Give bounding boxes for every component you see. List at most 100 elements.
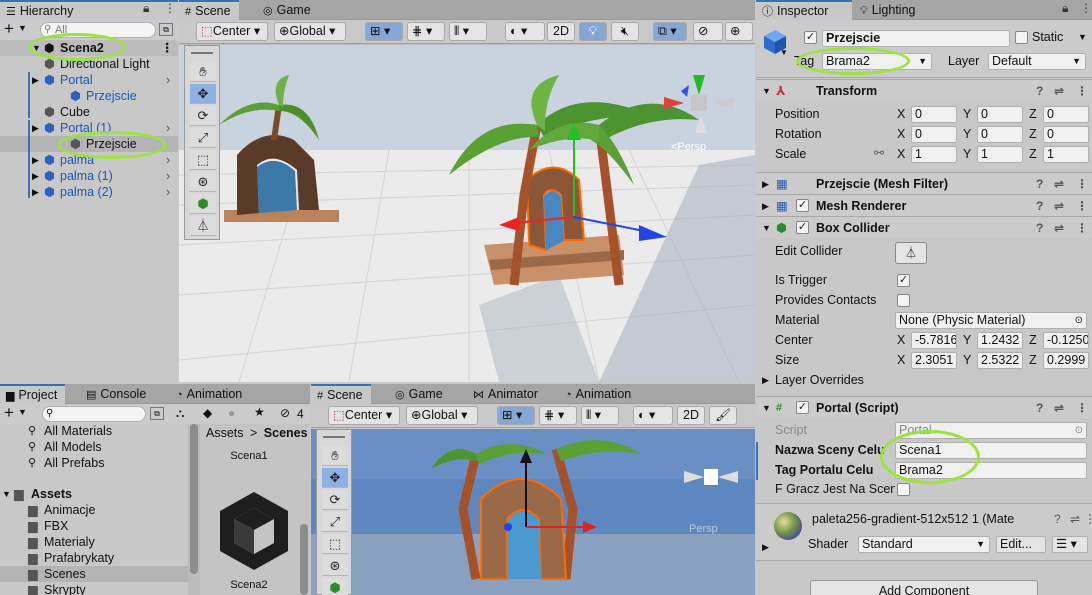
move-tool-icon[interactable]: ✥ xyxy=(190,84,216,104)
collapse-arrow-icon[interactable]: ▶ xyxy=(762,195,769,217)
space-global-dropdown[interactable]: ⊕Global ▾ xyxy=(274,22,346,41)
mesh-filter-header[interactable]: ▶ ▦ Przejscie (Mesh Filter) ? ⇌ ⋮ xyxy=(756,172,1092,194)
open-prefab-chevron-icon[interactable]: › xyxy=(166,168,170,184)
gizmos-dropdown[interactable]: ⊕ xyxy=(725,22,753,41)
collapse-arrow-icon[interactable]: ▶ xyxy=(32,120,39,136)
constrain-scale-icon[interactable]: ⚯ xyxy=(874,146,884,160)
folder-item[interactable]: ▆ Scenes xyxy=(0,566,188,582)
favorite-star-icon[interactable]: ★ xyxy=(254,405,265,419)
lighting-toggle-icon-2[interactable]: 🖌︎ xyxy=(709,406,737,425)
content-scrollbar[interactable] xyxy=(300,524,308,595)
breadcrumb-scenes[interactable]: Scenes xyxy=(264,426,308,440)
edit-collider-button[interactable]: ⏃ xyxy=(895,242,927,264)
toggle-2d-button[interactable]: 2D xyxy=(547,22,575,41)
snap-increment-button-2[interactable]: ⋕ ▾ xyxy=(539,406,577,425)
open-prefab-chevron-icon[interactable]: › xyxy=(166,152,170,168)
snap-increment-button[interactable]: ⋕ ▾ xyxy=(407,22,445,41)
tab-project[interactable]: ▆ Project xyxy=(0,384,66,404)
active-checkbox[interactable]: ✓ xyxy=(804,31,817,44)
bottom-gizmo-label[interactable]: Persp xyxy=(689,523,718,535)
top-gizmo-label[interactable]: <Persp xyxy=(671,141,706,153)
expand-arrow-icon[interactable]: ▼ xyxy=(762,397,771,419)
menu-kebab-icon[interactable]: ⋮ xyxy=(1080,1,1092,15)
expand-arrow-icon[interactable]: ▶ xyxy=(762,542,769,553)
folder-item[interactable]: ▆ Prafabrykaty xyxy=(0,550,188,566)
shader-options-dropdown[interactable]: ☰ ▾ xyxy=(1052,536,1088,553)
hierarchy-row[interactable]: ▶ › ⬢ palma (1) xyxy=(0,168,178,184)
portal-script-header[interactable]: ▼ # ✓ Portal (Script) ? ⇌ ⋮ xyxy=(756,396,1092,418)
rect-tool-icon[interactable]: ⬚ xyxy=(322,534,348,554)
lighting-toggle-icon[interactable]: 💡︎ xyxy=(579,22,607,41)
open-prefab-chevron-icon[interactable]: › xyxy=(166,72,170,88)
component-kebab-icon[interactable]: ⋮ xyxy=(1076,80,1088,102)
shading-mode-button[interactable]: ◐ ▾ xyxy=(505,22,545,41)
folder-item[interactable]: ▆ Materialy xyxy=(0,534,188,550)
collapse-arrow-icon[interactable]: ▶ xyxy=(32,168,39,184)
rect-tool-icon[interactable]: ⬚ xyxy=(190,150,216,170)
center-z-input[interactable]: -0.1250 xyxy=(1043,332,1089,349)
space-global-dropdown-2[interactable]: ⊕Global ▾ xyxy=(406,406,478,425)
center-y-input[interactable]: 1.2432 xyxy=(977,332,1023,349)
layer-overrides-row[interactable]: ▶ Layer Overrides xyxy=(756,372,1092,388)
lock-icon[interactable]: 🔒︎ xyxy=(143,1,149,16)
tab-animation-2[interactable]: ◔ Animation xyxy=(559,384,639,404)
grid-snap-button-2[interactable]: ⊞ ▾ xyxy=(497,406,535,425)
position-x-input[interactable]: 0 xyxy=(911,106,957,123)
shader-dropdown[interactable]: Standard ▼ xyxy=(858,536,990,553)
gracz-checkbox[interactable] xyxy=(897,483,910,496)
axis-y-label[interactable]: Y xyxy=(963,147,971,161)
component-kebab-icon[interactable]: ⋮ xyxy=(1076,195,1088,217)
hidden-packages-icon[interactable]: ⊘ xyxy=(280,406,290,420)
open-prefab-chevron-icon[interactable]: › xyxy=(166,120,170,136)
help-icon[interactable]: ? xyxy=(1036,195,1043,217)
project-search-input[interactable]: ⚲ xyxy=(42,406,146,422)
transform-tool-icon[interactable]: ⊛ xyxy=(322,556,348,576)
rotation-y-input[interactable]: 0 xyxy=(977,126,1023,143)
axis-x-label[interactable]: X xyxy=(897,147,905,161)
hierarchy-row[interactable]: ⬢ Przejscie xyxy=(0,88,178,104)
mesh-renderer-header[interactable]: ▶ ▦ ✓ Mesh Renderer ? ⇌ ⋮ xyxy=(756,194,1092,216)
folder-item[interactable]: ▆ FBX xyxy=(0,518,188,534)
object-name-field[interactable]: Przejscie xyxy=(822,30,1010,47)
icon-dropdown-arrow[interactable]: ▼ xyxy=(780,48,788,57)
tools-drag-handle[interactable] xyxy=(191,52,213,54)
box-collider-header[interactable]: ▼ ⬢ ✓ Box Collider ? ⇌ ⋮ xyxy=(756,216,1092,238)
scale-tool-icon[interactable]: ⤢ xyxy=(190,128,216,148)
hierarchy-row[interactable]: ⬢ Cube xyxy=(0,104,178,120)
static-dropdown-arrow[interactable]: ▼ xyxy=(1078,32,1087,42)
cube-tool-icon[interactable]: ⬢ xyxy=(322,578,348,595)
hierarchy-row[interactable]: ▶ › ⬢ palma (2) xyxy=(0,184,178,200)
search-filter-icon[interactable]: ⧉ xyxy=(159,23,173,36)
transform-tool-icon[interactable]: ⊛ xyxy=(190,172,216,192)
preset-icon[interactable]: ⇌ xyxy=(1054,397,1064,419)
axis-y-label[interactable]: Y xyxy=(963,333,971,347)
preset-icon[interactable]: ⇌ xyxy=(1054,217,1064,239)
axis-y-label[interactable]: Y xyxy=(963,353,971,367)
filter-type-icon[interactable]: ⛬ xyxy=(176,406,184,421)
add-component-button[interactable]: Add Component xyxy=(810,580,1038,595)
position-z-input[interactable]: 0 xyxy=(1043,106,1089,123)
position-y-input[interactable]: 0 xyxy=(977,106,1023,123)
component-kebab-icon[interactable]: ⋮ xyxy=(1076,217,1088,239)
expand-arrow-icon[interactable]: ▼ xyxy=(762,217,771,239)
axis-x-label[interactable]: X xyxy=(897,107,905,121)
tab-game[interactable]: ◎ Game xyxy=(257,0,319,20)
move-tool-icon[interactable]: ✥ xyxy=(322,468,348,488)
layer-dropdown[interactable]: Default ▼ xyxy=(988,53,1086,70)
axis-z-label[interactable]: Z xyxy=(1029,127,1037,141)
is-trigger-checkbox[interactable]: ✓ xyxy=(897,274,910,287)
axis-z-label[interactable]: Z xyxy=(1029,333,1037,347)
scale-tool-icon[interactable]: ⤢ xyxy=(322,512,348,532)
size-y-input[interactable]: 2.5322 xyxy=(977,352,1023,369)
scale-z-input[interactable]: 1 xyxy=(1043,146,1089,163)
axis-z-label[interactable]: Z xyxy=(1029,147,1037,161)
scale-x-input[interactable]: 1 xyxy=(911,146,957,163)
help-icon[interactable]: ? xyxy=(1036,80,1043,102)
search-filter-icon[interactable]: ⧉ xyxy=(150,407,164,420)
help-icon[interactable]: ? xyxy=(1054,512,1061,526)
axis-z-label[interactable]: Z xyxy=(1029,107,1037,121)
collapse-arrow-icon[interactable]: ▶ xyxy=(762,173,769,195)
rotation-z-input[interactable]: 0 xyxy=(1043,126,1089,143)
toggle-2d-button-2[interactable]: 2D xyxy=(677,406,705,425)
add-asset-icon[interactable]: + xyxy=(4,403,14,423)
